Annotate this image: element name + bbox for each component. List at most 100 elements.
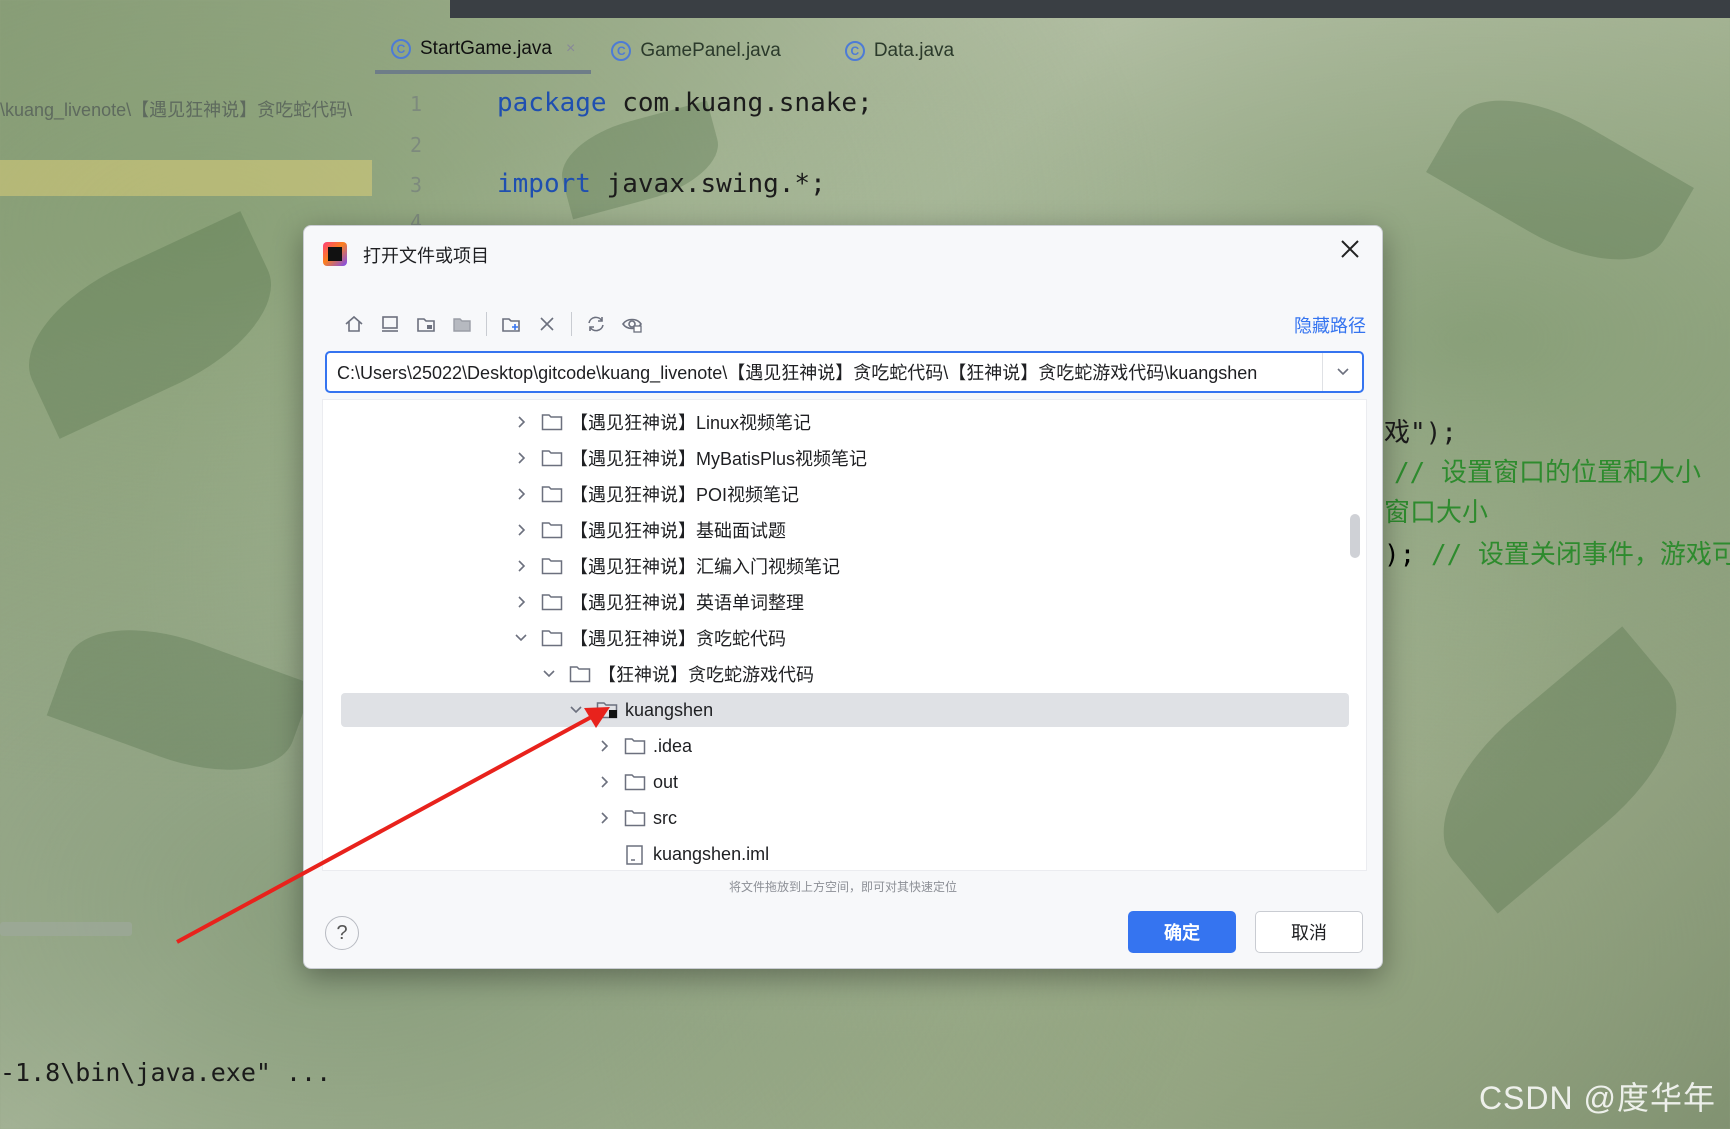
tree-file-row[interactable]: kuangshen.iml: [323, 837, 1333, 870]
project-folder-button[interactable]: [408, 308, 444, 340]
tree-item-label: 【遇见狂神说】基础面试题: [570, 521, 786, 541]
tab-data[interactable]: C Data.java: [829, 28, 970, 74]
intellij-logo-icon: [323, 242, 347, 266]
tree-item-label: 【遇见狂神说】POI视频笔记: [570, 485, 800, 505]
line-number: 2: [410, 133, 423, 157]
close-icon: [1341, 240, 1359, 258]
editor-tabs: C StartGame.java × C GamePanel.java C Da…: [375, 28, 970, 80]
chevron-right-icon[interactable]: [596, 738, 612, 754]
tree-item-label: kuangshen.iml: [653, 843, 770, 864]
refresh-icon: [588, 316, 604, 332]
tab-label: StartGame.java: [420, 38, 552, 59]
folder-icon: [541, 593, 563, 611]
folder-icon: [541, 557, 563, 575]
bg-foliage: [46, 602, 314, 798]
tree-folder-row[interactable]: .idea: [323, 729, 1333, 763]
refresh-button[interactable]: [578, 308, 614, 340]
tree-folder-row[interactable]: 【遇见狂神说】Linux视频笔记: [323, 405, 1333, 439]
chevron-down-icon[interactable]: [541, 666, 557, 682]
hide-path-link[interactable]: 隐藏路径: [1294, 312, 1366, 338]
tree-folder-row[interactable]: out: [323, 765, 1333, 799]
tree-folder-row[interactable]: 【遇见狂神说】贪吃蛇代码: [323, 621, 1333, 655]
chevron-right-icon[interactable]: [513, 558, 529, 574]
help-button[interactable]: ?: [325, 916, 359, 950]
tab-label: GamePanel.java: [640, 40, 781, 61]
run-console-line: -1.8\bin\java.exe" ...: [0, 1058, 332, 1087]
tree-item-label: .idea: [653, 735, 693, 756]
desktop-button[interactable]: [372, 308, 408, 340]
tree-item-label: out: [653, 771, 679, 792]
chevron-right-icon[interactable]: [513, 486, 529, 502]
home-button[interactable]: [336, 308, 372, 340]
bg-foliage: [1426, 68, 1694, 292]
code-fragment: 戏");: [1384, 418, 1457, 448]
close-icon[interactable]: ×: [566, 40, 575, 58]
code-line: ); // 设置关闭事件，游戏可: [1384, 534, 1730, 571]
tree-folder-row[interactable]: 【遇见狂神说】POI视频笔记: [323, 477, 1333, 511]
code-keyword: package: [497, 88, 607, 118]
chevron-down-icon: [1336, 368, 1349, 376]
tree-item-label: kuangshen: [625, 699, 714, 720]
show-hidden-button[interactable]: [614, 308, 650, 340]
tab-gamepanel[interactable]: C GamePanel.java: [595, 28, 796, 74]
tree-item-label: 【遇见狂神说】汇编入门视频笔记: [570, 557, 840, 577]
chevron-down-icon[interactable]: [513, 630, 529, 646]
tree-item-label: 【遇见狂神说】贪吃蛇代码: [570, 629, 786, 649]
chevron-right-icon[interactable]: [596, 774, 612, 790]
open-file-dialog: 打开文件或项目 隐藏路径 C:\Users\25022\Desktop\gitc…: [303, 225, 1383, 969]
close-button[interactable]: [1336, 238, 1364, 266]
code-line: import javax.swing.*;: [497, 169, 826, 199]
tree-item-label: 【狂神说】贪吃蛇游戏代码: [598, 665, 814, 685]
code-line: package com.kuang.snake;: [497, 88, 873, 118]
cancel-button[interactable]: 取消: [1255, 911, 1363, 953]
folder-icon: [541, 485, 563, 503]
tree-item-label: 【遇见狂神说】英语单词整理: [570, 593, 804, 613]
tree-folder-row[interactable]: kuangshen: [341, 693, 1349, 727]
tree-scrollbar-thumb[interactable]: [1350, 514, 1360, 558]
delete-icon: [540, 317, 554, 331]
delete-button[interactable]: [529, 308, 565, 340]
java-class-icon: C: [391, 39, 411, 59]
tab-startgame[interactable]: C StartGame.java ×: [375, 28, 592, 74]
chevron-right-icon[interactable]: [513, 594, 529, 610]
tree-folder-row[interactable]: src: [323, 801, 1333, 835]
path-input[interactable]: C:\Users\25022\Desktop\gitcode\kuang_liv…: [327, 353, 1322, 391]
new-folder-icon: [502, 318, 520, 332]
ok-button[interactable]: 确定: [1128, 911, 1236, 953]
chevron-right-icon[interactable]: [513, 450, 529, 466]
tree-folder-row[interactable]: 【遇见狂神说】MyBatisPlus视频笔记: [323, 441, 1333, 475]
toolbar-separator: [486, 312, 487, 336]
path-field[interactable]: C:\Users\25022\Desktop\gitcode\kuang_liv…: [325, 351, 1364, 393]
editor-line-highlight: [0, 160, 372, 196]
chevron-right-icon[interactable]: [513, 414, 529, 430]
code-comment: 窗口大小: [1384, 498, 1489, 528]
project-folder-icon: [417, 318, 435, 332]
code-keyword: import: [497, 169, 591, 199]
drag-drop-hint: 将文件拖放到上方空间，即可对其快速定位: [728, 880, 957, 894]
module-folder-button[interactable]: [444, 308, 480, 340]
chevron-down-icon[interactable]: [568, 702, 584, 718]
tree-folder-row[interactable]: 【遇见狂神说】英语单词整理: [323, 585, 1333, 619]
folder-icon: [541, 413, 563, 431]
chevron-right-icon[interactable]: [513, 522, 529, 538]
chevron-right-icon[interactable]: [596, 810, 612, 826]
tree-folder-row[interactable]: 【遇见狂神说】汇编入门视频笔记: [323, 549, 1333, 583]
module-folder-icon: [453, 318, 471, 332]
desktop-icon: [382, 316, 398, 332]
toolbar-separator: [571, 312, 572, 336]
dialog-title: 打开文件或项目: [363, 246, 489, 266]
new-folder-button[interactable]: [493, 308, 529, 340]
folder-icon: [541, 449, 563, 467]
line-number: 1: [410, 92, 423, 116]
tree-folder-row[interactable]: 【遇见狂神说】基础面试题: [323, 513, 1333, 547]
folder-icon: [624, 737, 646, 755]
code-text: javax.swing.*;: [590, 169, 826, 199]
file-tree[interactable]: 【遇见狂神说】Linux视频笔记 【遇见狂神说】MyBatisPlus视频笔记【遇…: [322, 399, 1367, 871]
horizontal-scrollbar[interactable]: [0, 922, 132, 936]
bg-foliage: [552, 100, 728, 220]
tree-folder-row[interactable]: 【狂神说】贪吃蛇游戏代码: [323, 657, 1333, 691]
path-history-dropdown[interactable]: [1322, 353, 1362, 391]
watermark: CSDN @度华年: [1478, 1080, 1716, 1116]
java-class-icon: C: [844, 41, 865, 61]
code-text: );: [1384, 540, 1431, 570]
